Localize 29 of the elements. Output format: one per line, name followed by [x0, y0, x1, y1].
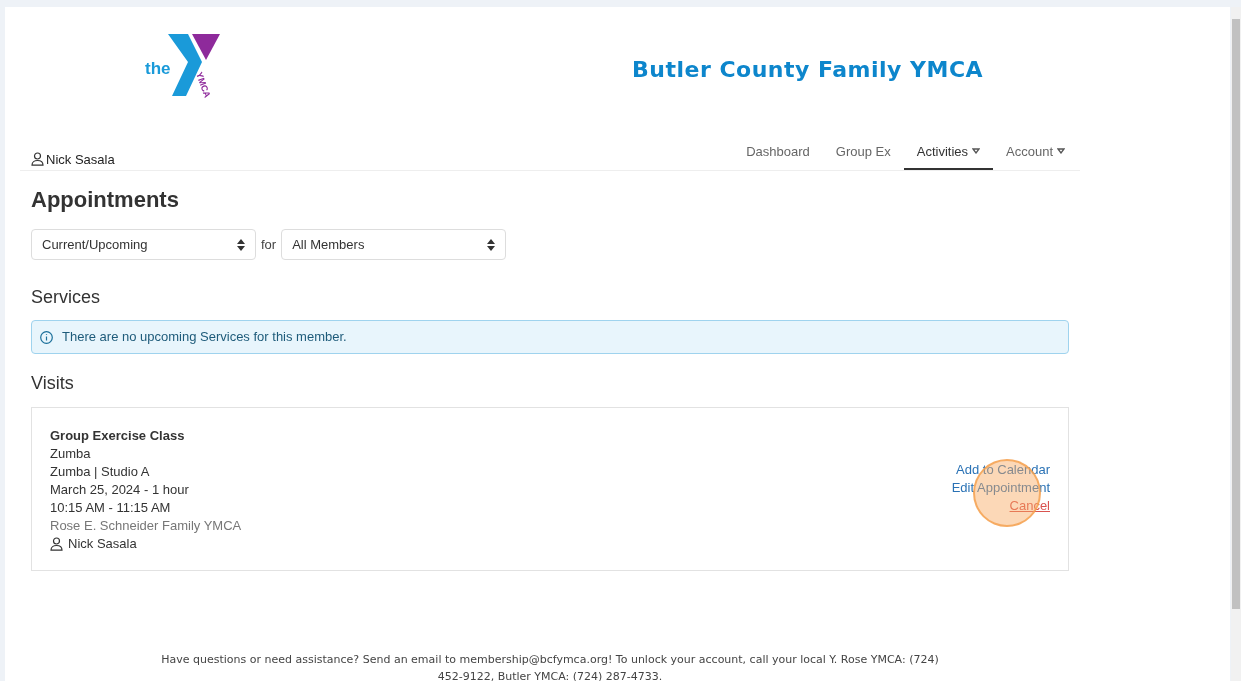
visit-date: March 25, 2024 - 1 hour: [50, 481, 190, 499]
visit-type: Group Exercise Class: [50, 427, 186, 445]
logo-wordmark: YMCA: [194, 70, 213, 99]
visit-branch: Rose E. Schneider Family YMCA: [50, 517, 242, 535]
section-heading: Visits: [31, 372, 75, 395]
visit-name: Zumba: [50, 445, 92, 463]
nav-tab[interactable]: Activities: [903, 141, 993, 170]
nav-tab[interactable]: Group Ex: [822, 141, 904, 170]
logo-prefix: the: [145, 57, 171, 80]
footer-text: Have questions or need assistance? Send an email to membership@bcfymca.org! To unlock your account, call your local Y. Rose YMCA: (724) 452-9122, Butler YMCA: (724) 287-4733.: [160, 652, 940, 681]
for-label: for: [261, 235, 277, 254]
sort-icon: [487, 238, 496, 251]
period-select[interactable]: Current/Upcoming: [31, 229, 256, 260]
visit-location: Zumba | Studio A: [50, 463, 151, 481]
sort-icon: [237, 238, 245, 251]
visit-member: Nick Sasala: [68, 535, 137, 553]
page-title: Appointments: [31, 186, 180, 214]
nav-tab[interactable]: Account: [993, 141, 1078, 170]
user-icon: [50, 537, 63, 551]
alert-text: There are no upcoming Services for this member.: [62, 328, 347, 347]
info-icon: [40, 330, 53, 344]
site-title: Butler County Family YMCA: [632, 56, 984, 84]
section-heading: Services: [31, 286, 102, 309]
user-name: Nick Sasala: [46, 150, 115, 169]
nav-tab[interactable]: Dashboard: [733, 141, 823, 170]
member-select[interactable]: All Members: [281, 229, 507, 260]
visit-time: 10:15 AM - 11:15 AM: [50, 499, 172, 517]
user-icon: [31, 152, 44, 167]
action-link[interactable]: Edit Appointment: [951, 479, 1050, 497]
